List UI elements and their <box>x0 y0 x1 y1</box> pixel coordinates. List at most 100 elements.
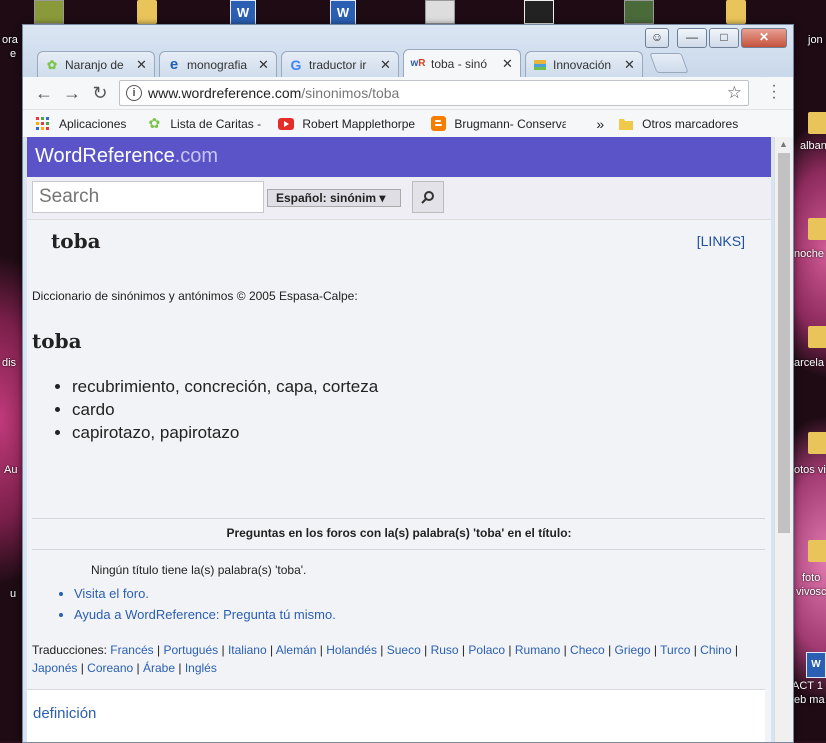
desktop-label[interactable]: arcela <box>794 357 824 369</box>
dictionary-select[interactable]: Español: sinónim ▾ <box>267 189 401 207</box>
bookmark-mapplethorpe[interactable]: Robert Mapplethorpe <box>278 116 418 132</box>
desktop-label[interactable]: u <box>10 588 16 600</box>
search-button[interactable] <box>412 181 444 213</box>
address-url[interactable]: www.wordreference.com/sinonimos/toba <box>148 85 727 101</box>
desktop-label[interactable]: foto <box>802 572 820 584</box>
desktop-label[interactable]: dis <box>2 357 16 369</box>
translation-link-ruso[interactable]: Ruso <box>431 643 459 657</box>
translation-link-turco[interactable]: Turco <box>660 643 690 657</box>
bookmark-label: Robert Mapplethorpe <box>302 116 416 131</box>
desktop-label[interactable]: noche <box>794 248 824 260</box>
desktop-label[interactable]: ora <box>2 34 18 46</box>
bookmark-caritas[interactable]: ✿ Lista de Caritas - Foro <box>146 116 265 132</box>
bookmark-brugmann[interactable]: Brugmann- Conservat <box>430 116 566 132</box>
desktop-label[interactable]: e <box>10 48 16 60</box>
translation-link-aleman[interactable]: Alemán <box>276 643 317 657</box>
desktop-icon-photo[interactable] <box>624 0 654 24</box>
bookmark-apps[interactable]: Aplicaciones <box>35 116 126 132</box>
leaf-icon: ✿ <box>46 57 58 72</box>
more-bookmarks-button[interactable]: » <box>596 116 604 132</box>
blogger-icon <box>430 116 446 132</box>
definition-section: definición <box>27 689 765 742</box>
address-bar[interactable]: i www.wordreference.com/sinonimos/toba ☆ <box>119 80 749 106</box>
close-window-button[interactable]: ✕ <box>741 28 787 48</box>
translation-link-japones[interactable]: Japonés <box>32 661 77 675</box>
desktop-label[interactable]: ACT 1 <box>792 680 823 692</box>
translation-link-frances[interactable]: Francés <box>110 643 153 657</box>
translation-link-chino[interactable]: Chino <box>700 643 731 657</box>
bookmark-star-icon[interactable]: ☆ <box>727 83 742 103</box>
reload-icon[interactable]: ↻ <box>89 82 111 104</box>
desktop-label[interactable]: vivosc <box>796 586 826 598</box>
desktop-icon-word-doc[interactable]: W <box>230 0 256 26</box>
desktop-label[interactable]: alban <box>800 140 826 152</box>
ask-question-link[interactable]: Ayuda a WordReference: Pregunta tú mismo… <box>74 604 336 625</box>
close-icon[interactable]: ✕ <box>380 57 392 73</box>
info-icon[interactable]: i <box>126 85 142 101</box>
close-icon[interactable]: ✕ <box>624 57 636 73</box>
bookmark-label: Otros marcadores <box>642 116 739 131</box>
logo-suffix: .com <box>174 145 219 167</box>
minimize-button[interactable]: — <box>677 28 707 48</box>
forward-arrow-icon[interactable]: → <box>61 82 83 104</box>
maximize-button[interactable]: □ <box>709 28 739 48</box>
title-bar[interactable]: ☺ — □ ✕ ✿ Naranjo de ✕ e monografia ✕ G … <box>23 25 793 77</box>
translation-link-griego[interactable]: Griego <box>615 643 651 657</box>
translation-link-holandes[interactable]: Holandés <box>326 643 377 657</box>
site-logo[interactable]: WordReference.com <box>35 145 218 168</box>
entry-heading: toba <box>32 329 82 353</box>
desktop-icon-word-doc[interactable]: W <box>330 0 356 26</box>
desktop-icon-photo[interactable] <box>425 0 455 24</box>
browser-window: ☺ — □ ✕ ✿ Naranjo de ✕ e monografia ✕ G … <box>22 24 794 743</box>
desktop-icon-sunflower[interactable] <box>34 0 64 24</box>
tab-innovacion[interactable]: Innovación ✕ <box>525 51 643 77</box>
translation-link-coreano[interactable]: Coreano <box>87 661 133 675</box>
tab-naranjo[interactable]: ✿ Naranjo de ✕ <box>37 51 155 77</box>
desktop-icon-photo[interactable] <box>524 0 554 24</box>
back-arrow-icon[interactable]: ← <box>33 82 55 104</box>
stack-icon <box>532 57 548 73</box>
translation-link-italiano[interactable]: Italiano <box>228 643 267 657</box>
definition-link[interactable]: definición <box>33 705 96 722</box>
tab-traductor[interactable]: G traductor ir ✕ <box>281 51 399 77</box>
desktop-label[interactable]: jon <box>808 34 823 46</box>
menu-kebab-icon[interactable]: · · · <box>769 78 779 106</box>
search-input[interactable] <box>32 181 264 213</box>
translation-link-ingles[interactable]: Inglés <box>185 661 217 675</box>
ie-e-icon: e <box>169 56 179 73</box>
translation-link-portugues[interactable]: Portugués <box>163 643 218 657</box>
scrollbar-thumb[interactable] <box>778 153 790 533</box>
logo-main: WordReference <box>35 145 175 167</box>
folder-icon[interactable] <box>808 218 826 240</box>
close-icon[interactable]: ✕ <box>258 57 270 73</box>
desktop-icon-folder[interactable] <box>137 0 157 24</box>
tab-monografia[interactable]: e monografia ✕ <box>159 51 277 77</box>
scroll-up-icon[interactable]: ▲ <box>779 139 788 149</box>
tab-strip: ✿ Naranjo de ✕ e monografia ✕ G traducto… <box>37 47 689 77</box>
other-bookmarks[interactable]: Otros marcadores <box>618 116 738 132</box>
tab-toba[interactable]: wR toba - sinó ✕ <box>403 49 521 77</box>
translation-link-arabe[interactable]: Árabe <box>143 661 175 675</box>
desktop-icon-word-doc[interactable]: W <box>806 652 826 678</box>
folder-icon[interactable] <box>808 326 826 348</box>
close-icon[interactable]: ✕ <box>136 57 148 73</box>
close-icon[interactable]: ✕ <box>502 56 514 72</box>
folder-icon[interactable] <box>808 112 826 134</box>
synonym-item: capirotazo, papirotazo <box>72 421 378 444</box>
desktop-icon-folder[interactable] <box>726 0 746 24</box>
visit-forum-link[interactable]: Visita el foro. <box>74 583 336 604</box>
translation-link-sueco[interactable]: Sueco <box>387 643 421 657</box>
translation-link-polaco[interactable]: Polaco <box>468 643 505 657</box>
search-icon <box>421 191 434 204</box>
vertical-scrollbar[interactable]: ▲ <box>774 137 793 742</box>
desktop-label[interactable]: eb ma <box>794 694 825 706</box>
desktop-label[interactable]: otos vi <box>794 464 826 476</box>
folder-icon[interactable] <box>808 432 826 454</box>
translation-link-rumano[interactable]: Rumano <box>515 643 560 657</box>
folder-icon[interactable] <box>808 540 826 562</box>
translation-link-checo[interactable]: Checo <box>570 643 605 657</box>
user-profile-icon[interactable]: ☺ <box>645 28 669 48</box>
new-tab-button[interactable] <box>649 53 689 73</box>
links-link[interactable]: [LINKS] <box>697 233 745 249</box>
desktop-label[interactable]: Au <box>4 464 17 476</box>
